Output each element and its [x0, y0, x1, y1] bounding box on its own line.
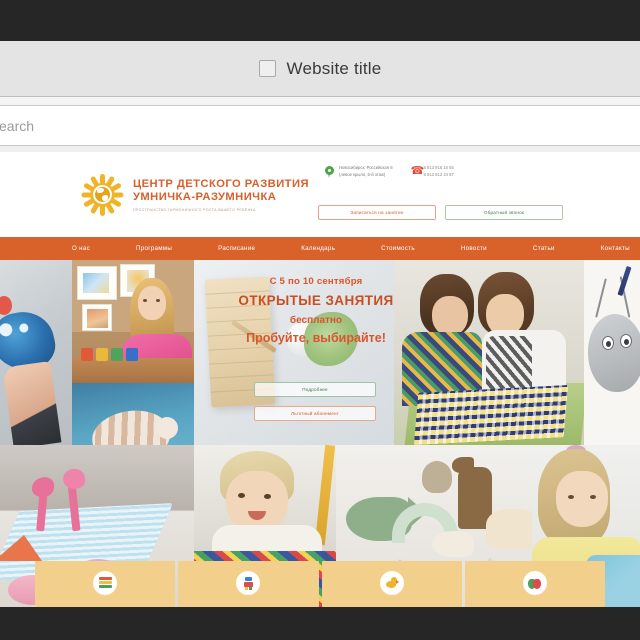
- browser-titlebar: [0, 0, 640, 41]
- brand-text: ЦЕНТР ДЕТСКОГО РАЗВИТИЯ УМНИЧКА-РАЗУМНИЧ…: [133, 178, 309, 212]
- books-icon: [98, 576, 112, 590]
- brand-tagline: ПРОСТРАНСТВО ГАРМОНИЧНОГО РОСТА ВАШЕГО Р…: [133, 207, 256, 212]
- feature-tile-duck[interactable]: [321, 561, 462, 607]
- address-line-2: (левое крыло, 5-й этаж): [339, 171, 386, 177]
- theater-masks-icon: [528, 577, 542, 590]
- duck-icon: [385, 576, 400, 590]
- nav-item-pricing[interactable]: Стоимость: [381, 245, 415, 252]
- robot-icon: [242, 576, 255, 590]
- header-cta-group: Записаться на занятие Обратный звонок: [318, 205, 563, 220]
- browser-tabbar: Website title: [0, 41, 640, 97]
- feature-tile-robot[interactable]: [178, 561, 319, 607]
- main-navigation: О нас Программы Расписание Календарь Сто…: [0, 237, 640, 260]
- nav-item-schedule[interactable]: Расписание: [218, 245, 255, 252]
- address-block: Новосибирск, Российская 8 (левое крыло, …: [325, 165, 393, 178]
- address-lines: Новосибирск, Российская 8 (левое крыло, …: [339, 165, 393, 178]
- nav-item-contacts[interactable]: Контакты: [601, 245, 630, 252]
- browser-tab[interactable]: Website title: [258, 58, 382, 79]
- website-viewport: ЦЕНТР ДЕТСКОГО РАЗВИТИЯ УМНИЧКА-РАЗУМНИЧ…: [0, 152, 640, 607]
- map-pin-icon: [325, 166, 334, 178]
- feature-tiles: [0, 561, 640, 607]
- nav-item-about[interactable]: О нас: [72, 245, 90, 252]
- hero-button-group: Подробнее Льготный абонемент: [254, 382, 376, 421]
- screenshot-root: Website title search: [0, 0, 640, 640]
- tab-checkbox[interactable]: [258, 60, 276, 77]
- browser-urlbar[interactable]: search: [0, 106, 640, 146]
- address-line-1: Новосибирск, Российская 8: [339, 165, 393, 170]
- header-contacts: Новосибирск, Российская 8 (левое крыло, …: [325, 165, 454, 178]
- site-logo[interactable]: ЦЕНТР ДЕТСКОГО РАЗВИТИЯ УМНИЧКА-РАЗУМНИЧ…: [80, 173, 309, 217]
- tile-icon-wrap: [379, 571, 404, 595]
- callback-button[interactable]: Обратный звонок: [445, 205, 563, 220]
- tab-title: Website title: [286, 58, 382, 78]
- phone-block[interactable]: ☎ 8 913 916 16 55 8 913 912 24 87: [411, 165, 454, 178]
- hero-text-block: С 5 по 10 сентября ОТКРЫТЫЕ ЗАНЯТИЯ бесп…: [194, 276, 394, 345]
- photo-boys-mosaic[interactable]: [394, 260, 584, 445]
- hero-primary-button[interactable]: Подробнее: [254, 382, 376, 397]
- phone-number-2[interactable]: 8 913 912 24 87: [424, 172, 454, 179]
- photo-mosaic: С 5 по 10 сентября ОТКРЫТЫЕ ЗАНЯТИЯ бесп…: [0, 260, 640, 607]
- sun-globe-icon: [80, 173, 124, 217]
- chrome-separator: [0, 97, 640, 106]
- nav-item-programs[interactable]: Программы: [136, 245, 172, 252]
- phone-icon: ☎: [410, 165, 425, 177]
- hero-line-3: бесплатно: [289, 315, 343, 326]
- hero-line-1: С 5 по 10 сентября: [269, 276, 363, 287]
- brand-line-1: ЦЕНТР ДЕТСКОГО РАЗВИТИЯ: [133, 177, 309, 190]
- hero-secondary-button[interactable]: Льготный абонемент: [254, 406, 376, 421]
- phone-number-1[interactable]: 8 913 916 16 55: [424, 165, 454, 172]
- hero-line-2: ОТКРЫТЫЕ ЗАНЯТИЯ: [238, 293, 394, 308]
- tile-icon-wrap: [522, 571, 547, 595]
- nav-item-articles[interactable]: Статьи: [533, 245, 555, 252]
- search-input[interactable]: search: [0, 118, 34, 134]
- nav-item-news[interactable]: Новости: [461, 245, 487, 252]
- hero-line-4: Пробуйте, выбирайте!: [246, 331, 386, 345]
- brand-line-2: УМНИЧКА-РАЗУМНИЧКА: [133, 191, 277, 203]
- photo-bug-drawing[interactable]: [584, 260, 640, 445]
- photo-girl-painting[interactable]: [72, 260, 194, 383]
- hero-banner[interactable]: С 5 по 10 сентября ОТКРЫТЫЕ ЗАНЯТИЯ бесп…: [194, 260, 394, 445]
- feature-tile-books[interactable]: [35, 561, 176, 607]
- site-header: ЦЕНТР ДЕТСКОГО РАЗВИТИЯ УМНИЧКА-РАЗУМНИЧ…: [0, 152, 640, 237]
- nav-item-calendar[interactable]: Календарь: [301, 245, 335, 252]
- feature-tile-theater[interactable]: [464, 561, 605, 607]
- photo-hand-puppet[interactable]: [0, 260, 72, 445]
- bottom-letterbox: [0, 607, 640, 640]
- signup-button[interactable]: Записаться на занятие: [318, 205, 436, 220]
- phone-lines: 8 913 916 16 55 8 913 912 24 87: [424, 165, 454, 178]
- tile-icon-wrap: [93, 571, 118, 595]
- tile-icon-wrap: [236, 571, 261, 595]
